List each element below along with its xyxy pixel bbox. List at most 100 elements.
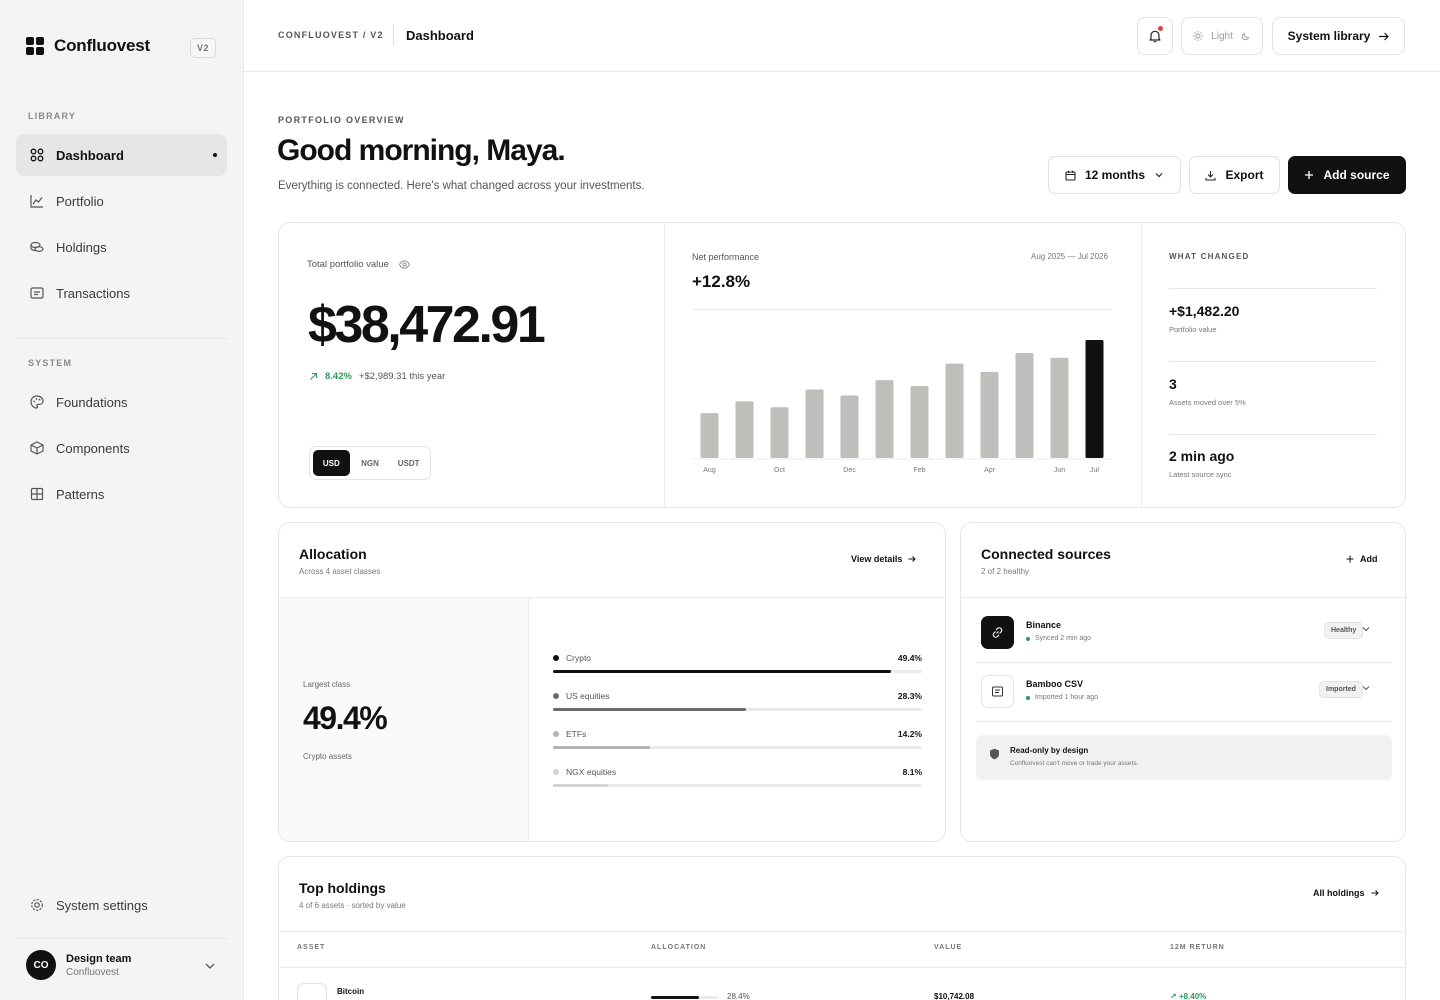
sidebar-item-label: System settings (56, 897, 148, 913)
bar-may[interactable] (1015, 352, 1034, 458)
read-only-title: Read-only by design (1010, 746, 1089, 755)
view-details-link[interactable]: View details (851, 554, 917, 564)
notifications-button[interactable] (1137, 17, 1173, 55)
bar-oct[interactable] (770, 407, 789, 458)
bar-apr[interactable] (980, 371, 999, 458)
bar-dec[interactable] (840, 395, 859, 458)
sidebar-item-patterns[interactable]: Patterns (16, 473, 227, 515)
sidebar-item-label: Dashboard (56, 147, 124, 163)
column-header-allocation[interactable]: ALLOCATION (651, 944, 706, 951)
brand-logo-icon (26, 37, 44, 55)
currency-option-usd[interactable]: USD (313, 450, 350, 476)
source-row-binance[interactable]: Binance Synced 2 min ago Healthy (981, 616, 1391, 674)
x-tick-label: Oct (774, 467, 785, 474)
bar-sep[interactable] (735, 401, 754, 458)
swatch (553, 693, 559, 699)
date-range-dropdown[interactable]: 12 months (1048, 156, 1181, 194)
team-name: Design team (66, 952, 132, 965)
greeting-heading: Good morning, Maya. (277, 134, 566, 167)
chevron-down-icon[interactable] (1361, 624, 1371, 634)
sidebar-item-portfolio[interactable]: Portfolio (16, 180, 227, 222)
swatch (553, 731, 559, 737)
allocation-row[interactable]: Crypto 49.4% (553, 653, 922, 673)
document-icon (981, 675, 1014, 708)
currency-option-usdt[interactable]: USDT (390, 450, 427, 476)
bell-icon (1149, 30, 1161, 43)
x-tick-label: Dec (843, 467, 856, 474)
bar-mar[interactable] (945, 363, 964, 458)
what-changed-value: 3 (1169, 376, 1177, 392)
breadcrumb[interactable]: CONFLUOVEST / V2 (278, 30, 384, 40)
bar-aug[interactable] (700, 413, 719, 458)
allocation-name: US equities (566, 691, 610, 701)
allocation-pct: 14.2% (897, 729, 922, 739)
bar-feb[interactable] (910, 386, 929, 458)
system-library-button[interactable]: System library (1272, 17, 1405, 55)
swatch (553, 769, 559, 775)
what-changed-label: Portfolio value (1169, 325, 1217, 334)
source-row-bamboo-csv[interactable]: Bamboo CSV Imported 1 hour ago Imported (981, 675, 1391, 733)
layout-grid-icon (30, 487, 44, 501)
version-badge: V2 (190, 38, 217, 58)
allocation-track (553, 746, 922, 749)
bar-jul[interactable] (1085, 340, 1104, 458)
arrow-right-icon (1379, 32, 1390, 40)
sidebar-divider (16, 338, 227, 339)
bar-jun[interactable] (1050, 357, 1069, 458)
chart-line-icon (30, 195, 43, 208)
greeting-subtitle: Everything is connected. Here's what cha… (278, 180, 645, 192)
allocation-track (553, 670, 922, 673)
download-icon (1205, 170, 1217, 181)
brand[interactable]: Confluovest (26, 36, 150, 56)
sidebar-item-foundations[interactable]: Foundations (16, 381, 227, 423)
allocation-name: Crypto (566, 653, 592, 663)
sidebar-item-dashboard[interactable]: Dashboard (16, 134, 227, 176)
trend-up-icon (310, 372, 318, 380)
cube-icon (30, 441, 44, 455)
column-header-return[interactable]: 12M RETURN (1170, 944, 1225, 951)
sources-subtitle: 2 of 2 healthy (981, 567, 1030, 576)
arrow-right-icon (1371, 890, 1379, 896)
portfolio-value-label: Total portfolio value (307, 259, 410, 270)
sidebar-item-holdings[interactable]: Holdings (16, 226, 227, 268)
theme-toggle[interactable]: Light (1181, 17, 1263, 55)
sidebar-item-transactions[interactable]: Transactions (16, 272, 227, 314)
all-holdings-link[interactable]: All holdings (1313, 888, 1379, 898)
chevron-down-icon[interactable] (1361, 683, 1371, 693)
gear-icon (31, 899, 43, 911)
allocation-row[interactable]: ETFs 14.2% (553, 729, 922, 749)
sidebar-item-label: Portfolio (56, 193, 104, 209)
eye-icon[interactable] (398, 260, 410, 269)
column-header-asset[interactable]: ASSET (297, 944, 325, 951)
add-source-link[interactable]: Add (1346, 554, 1378, 564)
card-divider (664, 223, 665, 507)
chevron-down-icon[interactable] (204, 960, 216, 972)
section-eyebrow: PORTFOLIO OVERVIEW (278, 115, 405, 125)
performance-value: +12.8% (692, 272, 751, 291)
coins-icon (30, 241, 44, 252)
bar-nov[interactable] (805, 389, 824, 458)
overview-card: Total portfolio value $38,472.91 8.42% +… (278, 222, 1406, 508)
what-changed-divider (1169, 434, 1377, 435)
allocation-row[interactable]: NGX equities 8.1% (553, 767, 922, 787)
source-meta-text: Imported 1 hour ago (1035, 694, 1099, 701)
notification-dot (1158, 26, 1163, 31)
sidebar-item-label: Components (56, 440, 130, 456)
export-button[interactable]: Export (1189, 156, 1280, 194)
allocation-row[interactable]: US equities 28.3% (553, 691, 922, 711)
allocation-title: Allocation (299, 546, 367, 562)
allocation-name: ETFs (566, 729, 587, 739)
column-header-value[interactable]: VALUE (934, 944, 962, 951)
bar-jan[interactable] (875, 380, 894, 458)
calendar-icon (1065, 170, 1076, 181)
add-source-button[interactable]: Add source (1288, 156, 1406, 194)
sidebar-item-system-settings[interactable]: System settings (16, 884, 227, 926)
card-divider (279, 931, 1405, 932)
chevron-down-icon (1155, 173, 1163, 178)
breadcrumb-divider (393, 24, 394, 46)
sidebar-item-components[interactable]: Components (16, 427, 227, 469)
team-switcher[interactable]: CO Design team Confluovest (26, 950, 131, 980)
largest-class-sub: Crypto assets (303, 752, 352, 761)
sidebar-item-label: Patterns (56, 486, 105, 502)
currency-option-ngn[interactable]: NGN (352, 450, 389, 476)
